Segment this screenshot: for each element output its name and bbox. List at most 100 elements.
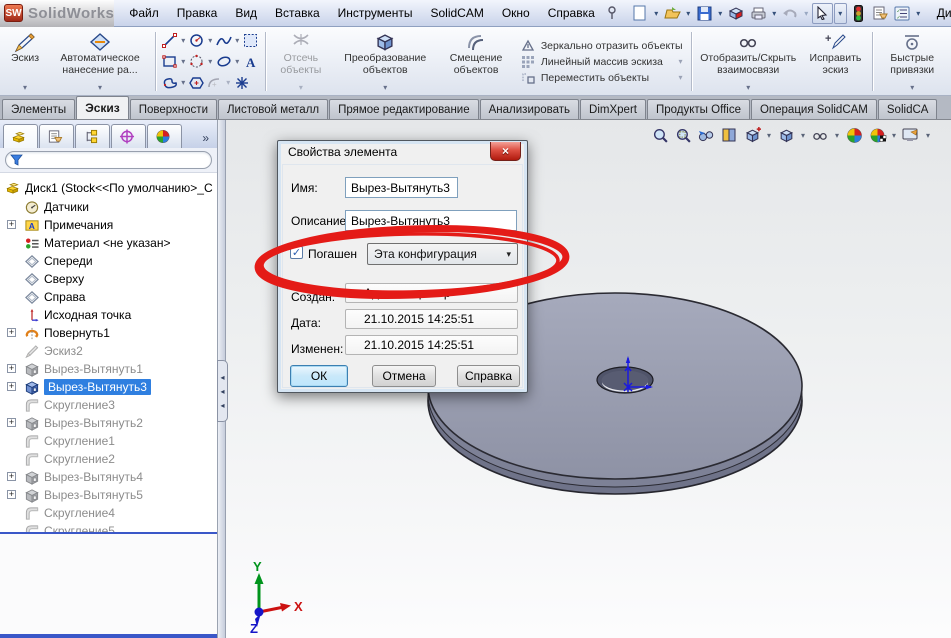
previous-view-icon[interactable] <box>696 125 716 145</box>
quick-snaps-button[interactable]: Быстрые привязки ▾ <box>875 28 949 95</box>
sketch-text-icon[interactable]: A <box>242 53 260 71</box>
rectangle-caret-icon[interactable]: ▾ <box>179 57 188 66</box>
tab-evaluate[interactable]: Анализировать <box>479 99 580 119</box>
tree-item-sensors[interactable]: Датчики <box>0 198 217 216</box>
tree-item-cut-extrude5[interactable]: + Вырез-Вытянуть5 <box>0 486 217 504</box>
expand-icon[interactable]: + <box>7 418 16 427</box>
autodimension-caret-icon[interactable]: ▾ <box>98 82 102 96</box>
display-style-icon[interactable] <box>776 125 796 145</box>
menu-view[interactable]: Вид <box>226 2 266 24</box>
hide-show-caret-icon[interactable]: ▾ <box>833 131 841 140</box>
sketch-button[interactable]: Эскиз ▾ <box>2 28 48 95</box>
name-input[interactable] <box>345 177 458 198</box>
tab-dimxpert[interactable]: DimXpert <box>580 99 646 119</box>
open-document-caret-icon[interactable]: ▾ <box>684 9 693 18</box>
menu-insert[interactable]: Вставка <box>266 2 329 24</box>
menu-file[interactable]: Файл <box>120 2 168 24</box>
select-tool-caret-icon[interactable]: ▾ <box>833 2 847 24</box>
panel-overflow-chevron-icon[interactable]: » <box>202 131 214 148</box>
sketch-caret-icon[interactable]: ▾ <box>23 82 27 96</box>
menu-tools[interactable]: Инструменты <box>329 2 422 24</box>
suppressed-checkbox[interactable]: ✓ <box>290 246 303 259</box>
configuration-dropdown[interactable]: Эта конфигурация ▾ <box>367 243 518 265</box>
tree-item-top-plane[interactable]: Сверху <box>0 270 217 288</box>
tree-filter-input[interactable] <box>5 151 212 169</box>
expand-icon[interactable]: + <box>7 364 16 373</box>
view-orientation-icon[interactable] <box>742 125 762 145</box>
options-icon[interactable]: ✓ ✓ <box>892 3 913 24</box>
rebuild-traffic-light-icon[interactable] <box>848 3 869 24</box>
point-pattern-caret-icon[interactable]: ▾ <box>206 57 215 66</box>
file-properties-icon[interactable] <box>870 3 891 24</box>
expand-icon[interactable]: + <box>7 220 16 229</box>
configuration-manager-tab[interactable] <box>75 124 110 148</box>
linear-pattern-caret-icon[interactable]: ▾ <box>671 57 683 66</box>
help-button[interactable]: Справка <box>457 365 520 387</box>
point-pattern-icon[interactable] <box>188 53 206 71</box>
expand-icon[interactable]: + <box>7 328 16 337</box>
hide-show-items-icon[interactable] <box>810 125 830 145</box>
tab-sheet-metal[interactable]: Листовой металл <box>218 99 329 119</box>
menu-solidcam[interactable]: SolidCAM <box>421 2 492 24</box>
convert-entities-button[interactable]: Преобразование объектов ▾ <box>333 28 437 95</box>
tab-sketch[interactable]: Эскиз <box>76 96 129 119</box>
ellipse-caret-icon[interactable]: ▾ <box>233 57 242 66</box>
spline-caret-icon[interactable]: ▾ <box>233 36 242 45</box>
property-manager-tab[interactable] <box>39 124 74 148</box>
selection-box-icon[interactable] <box>242 32 260 50</box>
rectangle-tool-icon[interactable] <box>161 53 179 71</box>
tab-features[interactable]: Элементы <box>2 99 76 119</box>
new-document-caret-icon[interactable]: ▾ <box>652 9 661 18</box>
zoom-to-fit-icon[interactable] <box>650 125 670 145</box>
tab-direct-editing[interactable]: Прямое редактирование <box>329 99 479 119</box>
view-orientation-caret-icon[interactable]: ▾ <box>765 131 773 140</box>
view-settings-caret-icon[interactable]: ▾ <box>924 131 932 140</box>
linear-pattern-button[interactable]: Линейный массив эскиза ▾ <box>520 55 683 68</box>
tree-item-cut-extrude2[interactable]: + Вырез-Вытянуть2 <box>0 414 217 432</box>
dimxpert-manager-tab[interactable] <box>111 124 146 148</box>
tree-item-cut-extrude4[interactable]: + Вырез-Вытянуть4 <box>0 468 217 486</box>
section-view-icon[interactable] <box>719 125 739 145</box>
autodimension-button[interactable]: Автоматическое нанесение ра... ▾ <box>48 28 152 95</box>
line-caret-icon[interactable]: ▾ <box>179 36 188 45</box>
cancel-button[interactable]: Отмена <box>372 365 436 387</box>
convert-caret-icon[interactable]: ▾ <box>383 82 387 96</box>
print-caret-icon[interactable]: ▾ <box>770 9 779 18</box>
options-caret-icon[interactable]: ▾ <box>914 9 923 18</box>
mirror-entities-button[interactable]: Зеркально отразить объекты <box>520 39 683 52</box>
view-settings-icon[interactable] <box>901 125 921 145</box>
tab-solidcam-operation[interactable]: Операция SolidCAM <box>750 99 877 119</box>
zoom-to-area-icon[interactable] <box>673 125 693 145</box>
ok-button[interactable]: ОК <box>290 365 348 387</box>
display-manager-tab[interactable] <box>147 124 182 148</box>
print-icon[interactable] <box>748 3 769 24</box>
new-document-icon[interactable] <box>630 3 651 24</box>
tab-surfaces[interactable]: Поверхности <box>129 99 217 119</box>
circle-caret-icon[interactable]: ▾ <box>206 36 215 45</box>
save-caret-icon[interactable]: ▾ <box>716 9 725 18</box>
menu-edit[interactable]: Правка <box>168 2 227 24</box>
circle-tool-icon[interactable] <box>188 32 206 50</box>
tree-root-part[interactable]: Диск1 (Stock<<По умолчанию>_С <box>0 177 217 198</box>
panel-collapse-handle[interactable]: ◂ ◂ ◂ <box>217 360 228 422</box>
save-icon[interactable] <box>694 3 715 24</box>
tree-item-material[interactable]: Материал <не указан> <box>0 234 217 252</box>
apply-scene-caret-icon[interactable]: ▾ <box>890 131 898 140</box>
expand-icon[interactable]: + <box>7 472 16 481</box>
tree-item-right-plane[interactable]: Справа <box>0 288 217 306</box>
polygon-tool-icon[interactable] <box>188 74 206 92</box>
freeform-caret-icon[interactable]: ▾ <box>179 78 188 87</box>
tree-item-fillet4[interactable]: Скругление4 <box>0 504 217 522</box>
select-tool-icon[interactable] <box>811 2 833 24</box>
display-style-caret-icon[interactable]: ▾ <box>799 131 807 140</box>
description-input[interactable] <box>345 210 517 231</box>
freeform-tool-icon[interactable] <box>161 74 179 92</box>
expand-icon[interactable]: + <box>7 382 16 391</box>
tree-item-sketch2[interactable]: Эскиз2 <box>0 342 217 360</box>
tree-item-front-plane[interactable]: Спереди <box>0 252 217 270</box>
dialog-close-button[interactable]: × <box>490 142 521 161</box>
line-tool-icon[interactable] <box>161 32 179 50</box>
expand-icon[interactable]: + <box>7 490 16 499</box>
pin-menu-icon[interactable] <box>606 6 618 20</box>
tree-item-revolve1[interactable]: + Повернуть1 <box>0 324 217 342</box>
